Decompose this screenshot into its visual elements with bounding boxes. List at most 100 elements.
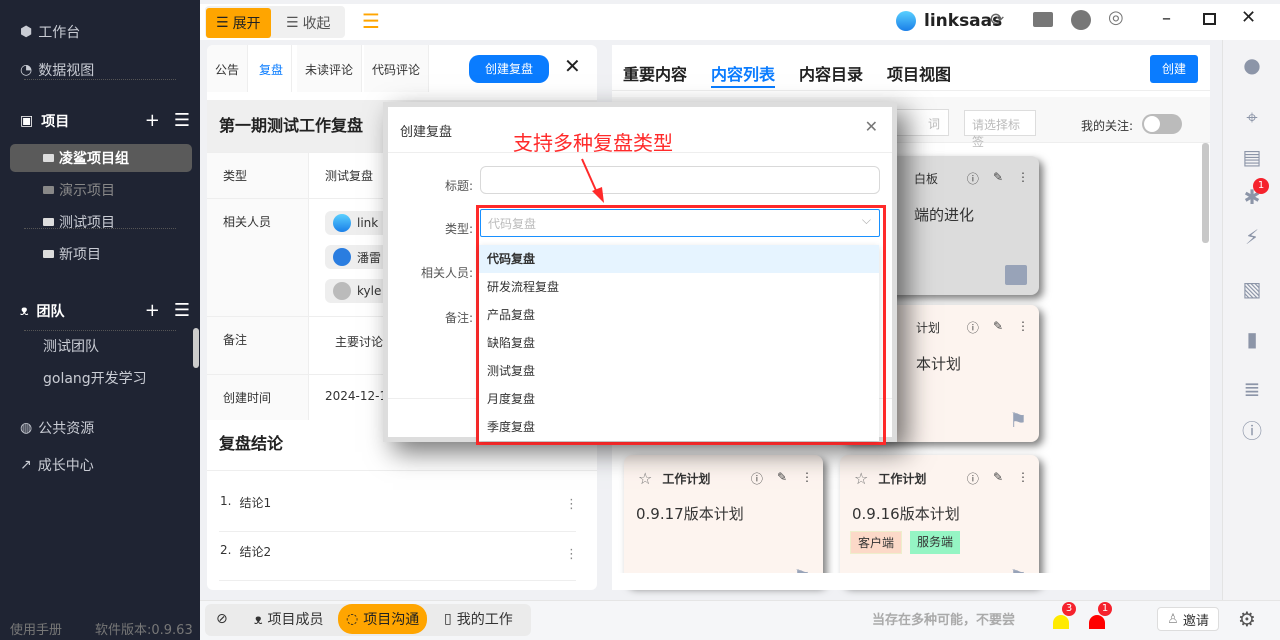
content-card[interactable]: ☆工作计划ⓘ✎⋮ 0.9.17版本计划 ⚑ <box>624 455 823 589</box>
folder-icon <box>43 218 54 226</box>
create-review-button[interactable]: 创建复盘 <box>469 55 549 83</box>
board-icon: ▣ <box>20 112 34 129</box>
logout-icon[interactable]: ⟳ <box>990 10 1004 30</box>
sidebar-scrollbar[interactable] <box>193 328 199 368</box>
more-icon[interactable]: ⋮ <box>1017 470 1029 487</box>
tab-content-list[interactable]: 内容列表 <box>711 61 775 85</box>
edit-icon[interactable]: ✎ <box>993 170 1003 187</box>
face-icon[interactable] <box>1071 10 1091 30</box>
create-button[interactable]: 创建 <box>1150 55 1198 83</box>
sidebar-item-workbench[interactable]: ⬢ 工作台 <box>20 22 80 42</box>
star-icon[interactable]: ☆ <box>638 469 652 488</box>
tab-review[interactable]: 复盘 <box>251 45 293 92</box>
mail-icon[interactable] <box>1033 12 1053 27</box>
members-button[interactable]: ᴥ 项目成员 <box>246 604 332 634</box>
collapse-button[interactable]: ☰ 收起 <box>276 8 341 38</box>
my-follow-label: 我的关注: <box>1081 119 1134 133</box>
type-select[interactable]: 代码复盘 ⌵ <box>480 209 880 237</box>
list-icon[interactable]: ☰ <box>174 300 190 321</box>
type-option[interactable]: 产品复盘 <box>479 301 879 329</box>
manual-link[interactable]: 使用手册 <box>10 619 62 638</box>
type-option[interactable]: 研发流程复盘 <box>479 273 879 301</box>
folder-icon <box>43 154 54 162</box>
type-option[interactable]: 代码复盘 <box>479 245 879 273</box>
tab-code-comments[interactable]: 代码评论 <box>364 45 430 92</box>
type-option[interactable]: 月度复盘 <box>479 385 879 413</box>
star-icon[interactable]: ☆ <box>854 469 868 488</box>
sidebar-item-public[interactable]: ◍ 公共资源 <box>20 418 94 438</box>
trash-icon[interactable]: ▮ <box>1241 328 1263 350</box>
content-card[interactable]: ☆工作计划ⓘ✎⋮ 0.9.16版本计划 客户端 服务端 ⚑ <box>840 455 1039 589</box>
eye-off-icon[interactable]: ◎ <box>1108 7 1124 28</box>
alarm-badge: 1 <box>1098 602 1112 616</box>
team-item[interactable]: golang开发学习 <box>43 368 147 388</box>
edit-icon[interactable]: ✎ <box>993 470 1003 487</box>
project-item[interactable]: 凌鲨项目组 <box>43 148 129 168</box>
tab-content-dir[interactable]: 内容目录 <box>799 61 863 85</box>
more-icon[interactable]: ⋮ <box>565 497 578 512</box>
close-panel-icon[interactable]: ✕ <box>564 54 581 78</box>
people-label: 相关人员: <box>420 266 473 280</box>
add-project-icon[interactable]: + <box>145 110 160 131</box>
team-item[interactable]: 测试团队 <box>43 336 99 356</box>
invite-button[interactable]: ♙ 邀请 <box>1157 607 1219 631</box>
tab-important[interactable]: 重要内容 <box>623 61 687 85</box>
sidebar-item-growth[interactable]: ↗ 成长中心 <box>20 455 94 475</box>
flag-icon: ⚑ <box>1009 408 1027 432</box>
my-follow-toggle[interactable] <box>1142 114 1182 134</box>
add-doc-icon[interactable]: ▧ <box>1241 278 1263 300</box>
more-icon[interactable]: ⋮ <box>565 547 578 562</box>
block-icon[interactable]: ⊘ <box>208 604 236 634</box>
bulb-icon[interactable]: ● <box>1241 54 1263 76</box>
sidebar: ⬢ 工作台 ◔ 数据视图 ▣ 项目 + ☰ 凌鲨项目组 演示项目 测试项目 新项目 ᴥ 团队… <box>0 0 200 640</box>
menu-icon[interactable]: ☰ <box>362 9 380 33</box>
alarm-red-icon[interactable] <box>1089 615 1105 629</box>
minimize-icon[interactable]: – <box>1162 8 1171 29</box>
add-team-icon[interactable]: + <box>145 300 160 321</box>
mywork-button[interactable]: ▯ 我的工作 <box>436 604 521 634</box>
conclusion-title: 复盘结论 <box>219 434 284 453</box>
type-option[interactable]: 季度复盘 <box>479 413 879 441</box>
content-scrollbar[interactable] <box>1202 143 1209 243</box>
doc-icon[interactable]: ▤ <box>1241 146 1263 168</box>
bottom-bar: ⊘ ᴥ 项目成员 ◌ 项目沟通 ▯ 我的工作 当存在多种可能，不要尝 3 1 ♙ 邀请 … <box>200 600 1280 640</box>
project-item[interactable]: 测试项目 <box>43 212 115 232</box>
server-icon[interactable]: ≣ <box>1241 378 1263 400</box>
lightning-icon[interactable]: ⚡ <box>1241 226 1263 248</box>
settings-icon[interactable]: ⚙ <box>1238 607 1256 631</box>
info-icon[interactable]: ⓘ <box>967 319 979 336</box>
project-item[interactable]: 新项目 <box>43 244 101 264</box>
alarm-yellow-icon[interactable] <box>1053 615 1069 629</box>
tag-select[interactable]: 请选择标签 <box>964 110 1036 149</box>
more-icon[interactable]: ⋮ <box>1017 170 1029 187</box>
projects-header: ▣ 项目 + ☰ <box>20 110 190 131</box>
tab-unread-comments[interactable]: 未读评论 <box>297 45 363 92</box>
type-option[interactable]: 测试复盘 <box>479 357 879 385</box>
chat-button[interactable]: ◌ 项目沟通 <box>338 604 428 634</box>
avatar <box>333 282 351 300</box>
info-icon[interactable]: ⓘ <box>751 470 763 487</box>
modal-title: 创建复盘 <box>400 125 453 140</box>
title-input[interactable] <box>480 166 880 194</box>
project-item[interactable]: 演示项目 <box>43 180 115 200</box>
location-icon[interactable]: ⌖ <box>1241 106 1263 128</box>
edit-icon[interactable]: ✎ <box>777 470 787 487</box>
more-icon[interactable]: ⋮ <box>1017 319 1029 336</box>
edit-icon[interactable]: ✎ <box>993 319 1003 336</box>
tag-list: 客户端 服务端 <box>850 531 961 554</box>
expand-button[interactable]: ☰ 展开 <box>206 8 271 38</box>
info-icon[interactable]: ⓘ <box>967 170 979 187</box>
list-icon[interactable]: ☰ <box>174 110 190 131</box>
tab-project-view[interactable]: 项目视图 <box>887 61 951 85</box>
tag: 客户端 <box>850 531 903 554</box>
maximize-icon[interactable] <box>1203 13 1216 25</box>
close-window-icon[interactable]: ✕ <box>1241 7 1256 28</box>
sidebar-item-dataview[interactable]: ◔ 数据视图 <box>20 60 94 80</box>
type-option[interactable]: 缺陷复盘 <box>479 329 879 357</box>
tab-notice[interactable]: 公告 <box>207 45 249 92</box>
info-icon[interactable]: ⓘ <box>967 470 979 487</box>
more-icon[interactable]: ⋮ <box>801 470 813 487</box>
divider <box>207 470 597 471</box>
modal-close-icon[interactable]: ✕ <box>865 117 878 136</box>
info-circle-icon[interactable]: ⓘ <box>1241 420 1263 442</box>
